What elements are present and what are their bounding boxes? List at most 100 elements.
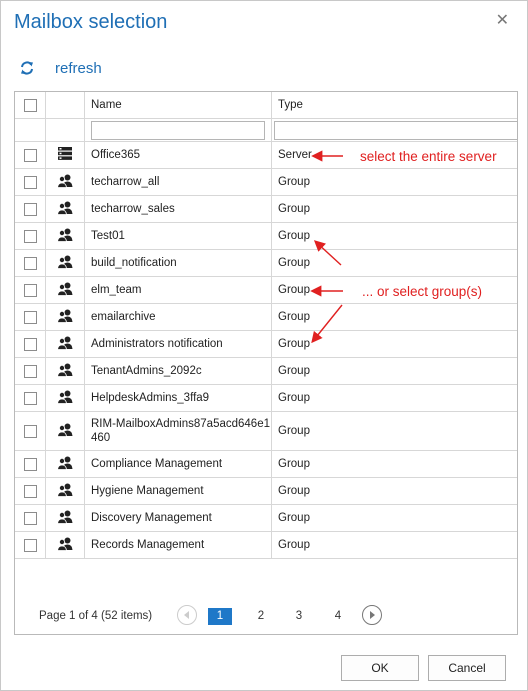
group-icon — [57, 282, 73, 299]
row-checkbox[interactable] — [23, 337, 37, 351]
next-page-button[interactable] — [362, 605, 382, 625]
row-name-text: Hygiene Management — [91, 485, 204, 497]
row-checkbox[interactable] — [23, 202, 37, 216]
row-name: Hygiene Management — [84, 477, 272, 505]
select-all-checkbox[interactable] — [23, 98, 37, 112]
table-row[interactable]: Test01 Group — [15, 222, 517, 250]
row-name-text: Compliance Management — [91, 458, 223, 470]
ok-button[interactable]: OK — [341, 655, 419, 681]
group-icon — [57, 483, 73, 500]
grid-body: Office365 Server techarrow_all Group techarr… — [15, 141, 517, 559]
row-name: Discovery Management — [84, 504, 272, 532]
cancel-button[interactable]: Cancel — [428, 655, 506, 681]
row-name-text: Test01 — [91, 230, 125, 242]
group-icon — [57, 390, 73, 407]
name-column-header[interactable]: Name — [84, 92, 272, 119]
row-checkbox[interactable] — [23, 283, 37, 297]
table-row[interactable]: RIM-MailboxAdmins87a5acd646e1460 Group — [15, 411, 517, 451]
row-name-text: HelpdeskAdmins_3ffa9 — [91, 392, 210, 404]
row-name: techarrow_all — [84, 168, 272, 196]
table-row[interactable]: HelpdeskAdmins_3ffa9 Group — [15, 384, 517, 412]
table-row[interactable]: build_notification Group — [15, 249, 517, 277]
row-name-text: techarrow_all — [91, 176, 160, 188]
row-icon-cell — [45, 330, 85, 358]
row-check-cell — [15, 357, 46, 385]
row-checkbox[interactable] — [23, 457, 37, 471]
row-check-cell — [15, 222, 46, 250]
row-icon-cell — [45, 276, 85, 304]
row-name-text: Records Management — [91, 539, 205, 551]
row-checkbox[interactable] — [23, 484, 37, 498]
refresh-button[interactable]: refresh — [55, 60, 102, 77]
refresh-icon[interactable] — [19, 60, 35, 76]
row-type: Group — [271, 195, 517, 223]
pager: Page 1 of 4 (52 items) 1 2 3 4 — [15, 602, 517, 630]
row-type: Group — [271, 477, 517, 505]
previous-page-button[interactable] — [177, 605, 197, 625]
close-icon[interactable]: ✕ — [496, 13, 509, 29]
row-icon-cell — [45, 168, 85, 196]
row-check-cell — [15, 450, 46, 478]
row-icon-cell — [45, 357, 85, 385]
table-row[interactable]: Records Management Group — [15, 531, 517, 559]
table-row[interactable]: Administrators notification Group — [15, 330, 517, 358]
filter-row — [15, 118, 518, 142]
pager-info: Page 1 of 4 (52 items) — [39, 610, 153, 622]
table-row[interactable]: Hygiene Management Group — [15, 477, 517, 505]
row-checkbox[interactable] — [23, 256, 37, 270]
toolbar: refresh — [19, 57, 102, 79]
row-check-cell — [15, 330, 46, 358]
row-icon-cell — [45, 195, 85, 223]
table-row[interactable]: techarrow_all Group — [15, 168, 517, 196]
row-checkbox[interactable] — [23, 364, 37, 378]
row-name-text: Administrators notification — [91, 338, 223, 350]
row-name: Records Management — [84, 531, 272, 559]
name-filter-input[interactable] — [91, 120, 265, 140]
row-checkbox[interactable] — [23, 229, 37, 243]
row-name: TenantAdmins_2092c — [84, 357, 272, 385]
row-checkbox[interactable] — [23, 424, 37, 438]
row-name-text: RIM-MailboxAdmins87a5acd646e1460 — [91, 418, 270, 444]
row-name: elm_team — [84, 276, 272, 304]
table-row[interactable]: Discovery Management Group — [15, 504, 517, 532]
row-checkbox[interactable] — [23, 175, 37, 189]
row-icon-cell — [45, 249, 85, 277]
row-name: Administrators notification — [84, 330, 272, 358]
row-checkbox[interactable] — [23, 391, 37, 405]
select-all-cell — [15, 92, 46, 119]
row-name: HelpdeskAdmins_3ffa9 — [84, 384, 272, 412]
mailbox-selection-dialog: Mailbox selection ✕ refresh Name Type Of… — [0, 0, 528, 691]
row-name: Test01 — [84, 222, 272, 250]
row-icon-cell — [45, 222, 85, 250]
row-type: Group — [271, 330, 517, 358]
row-checkbox[interactable] — [23, 148, 37, 162]
filter-empty-cell — [45, 118, 85, 142]
page-3-link[interactable]: 3 — [287, 608, 311, 625]
chevron-left-icon — [184, 611, 189, 619]
group-icon — [57, 456, 73, 473]
row-icon-cell — [45, 450, 85, 478]
row-checkbox[interactable] — [23, 538, 37, 552]
table-row[interactable]: Compliance Management Group — [15, 450, 517, 478]
page-1-link[interactable]: 1 — [208, 608, 232, 625]
group-icon — [57, 537, 73, 554]
type-filter-input[interactable] — [274, 120, 518, 140]
table-row[interactable]: TenantAdmins_2092c Group — [15, 357, 517, 385]
row-checkbox[interactable] — [23, 310, 37, 324]
row-name-text: emailarchive — [91, 311, 156, 323]
row-icon-cell — [45, 141, 85, 169]
row-checkbox[interactable] — [23, 511, 37, 525]
type-column-header[interactable]: Type — [271, 92, 517, 119]
type-filter-cell — [271, 118, 518, 142]
group-annotation: ... or select group(s) — [362, 284, 483, 299]
table-row[interactable]: techarrow_sales Group — [15, 195, 517, 223]
table-row[interactable]: emailarchive Group — [15, 303, 517, 331]
row-type: Group — [271, 357, 517, 385]
dialog-title: Mailbox selection — [14, 11, 168, 33]
group-icon — [57, 201, 73, 218]
page-2-link[interactable]: 2 — [249, 608, 273, 625]
row-icon-cell — [45, 504, 85, 532]
header-row: Name Type — [15, 92, 517, 119]
row-check-cell — [15, 141, 46, 169]
page-4-link[interactable]: 4 — [326, 608, 350, 625]
